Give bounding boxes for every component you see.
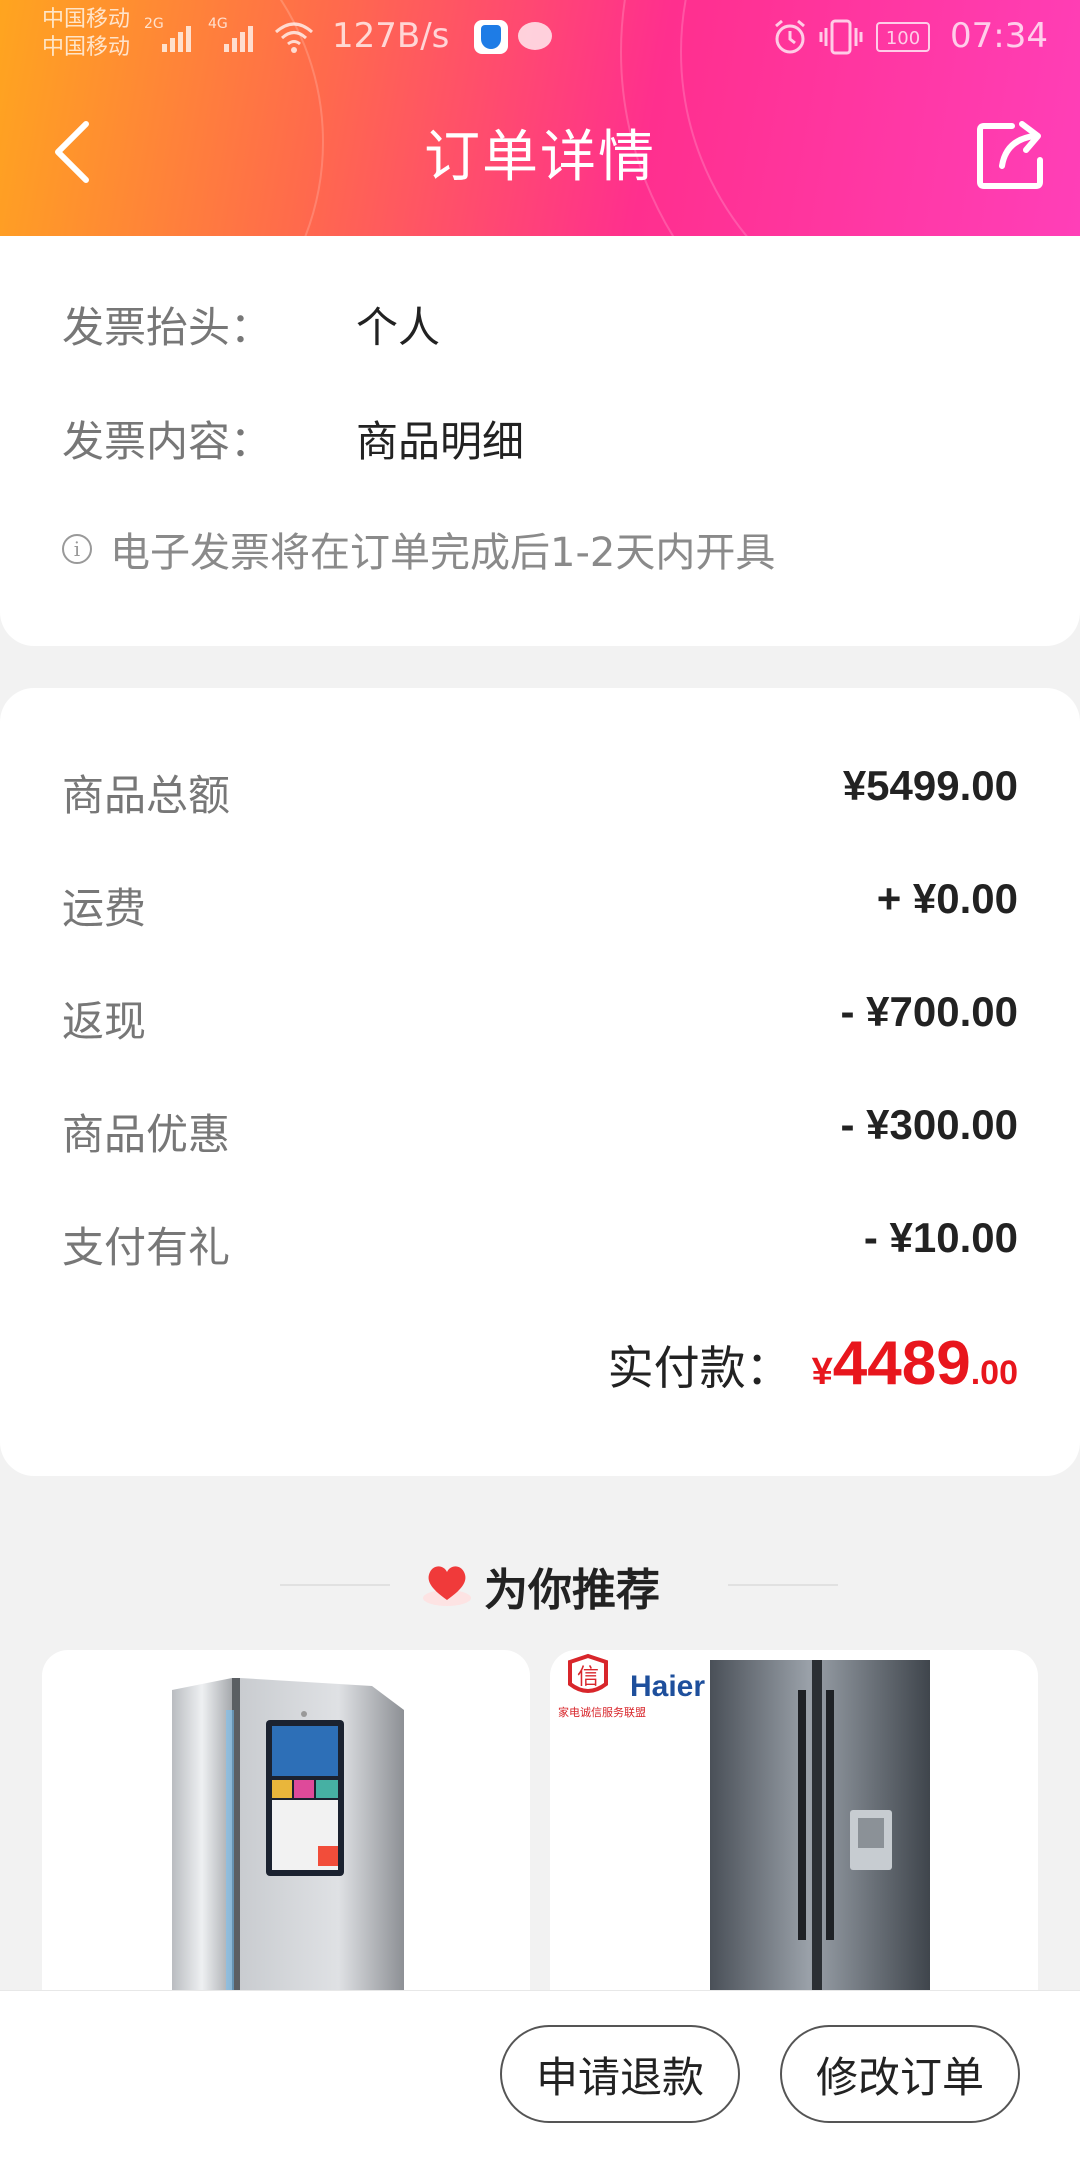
amount-row: 商品总额 ¥5499.00	[62, 762, 1018, 822]
badge-glyph: 信	[577, 1665, 599, 1690]
total-paid-currency: ¥	[811, 1351, 833, 1393]
status-clock: 07:34	[950, 16, 1048, 56]
brand-logo: Haier	[630, 1670, 705, 1703]
modify-order-button[interactable]: 修改订单	[780, 2025, 1020, 2123]
amount-row: 支付有礼 - ¥10.00	[62, 1214, 1018, 1274]
wifi-icon	[275, 22, 313, 53]
amount-value: - ¥700.00	[840, 988, 1018, 1035]
amount-card: 商品总额 ¥5499.00 运费 + ¥0.00 返现 - ¥700.00 商品…	[0, 688, 1080, 1476]
amount-value: - ¥300.00	[840, 1101, 1018, 1148]
amount-label: 运费	[62, 884, 147, 933]
share-icon	[977, 121, 1043, 189]
invoice-card: 发票抬头： 个人 发票内容： 商品明细 i 电子发票将在订单完成后1-2天内开具	[0, 236, 1080, 646]
bottom-action-bar: 申请退款 修改订单	[0, 1990, 1080, 2161]
product-card[interactable]	[42, 1650, 530, 2010]
invoice-notice: i 电子发票将在订单完成后1-2天内开具	[62, 520, 775, 578]
product-card[interactable]: 信 家电诚信服务联盟 Haier	[550, 1650, 1038, 2010]
signal-icon	[224, 20, 253, 52]
carrier-label: 中国移动	[42, 7, 131, 32]
product-image-refrigerator	[172, 1678, 404, 2010]
recommend-header: 为你推荐	[0, 1548, 1080, 1618]
badge-text: 家电诚信服务联盟	[558, 1705, 646, 1719]
alarm-icon	[775, 19, 805, 54]
security-app-icon	[474, 20, 508, 54]
vibrate-icon	[819, 19, 863, 55]
amount-value: + ¥0.00	[876, 875, 1018, 922]
amount-row: 返现 - ¥700.00	[62, 988, 1018, 1048]
amount-row: 商品优惠 - ¥300.00	[62, 1101, 1018, 1161]
invoice-content-value: 商品明细	[356, 417, 525, 466]
page-title: 订单详情	[424, 125, 656, 190]
share-button[interactable]	[972, 118, 1048, 194]
amount-label: 商品优惠	[62, 1110, 231, 1159]
network-type-label: 2G	[144, 16, 164, 32]
invoice-notice-text: 电子发票将在订单完成后1-2天内开具	[110, 530, 776, 576]
battery-icon: 100	[876, 22, 930, 52]
invoice-title-value: 个人	[356, 303, 441, 352]
amount-row: 运费 + ¥0.00	[62, 875, 1018, 935]
amount-value: ¥5499.00	[842, 762, 1018, 809]
heart-icon	[423, 1566, 471, 1606]
signal-icon	[162, 20, 191, 52]
total-paid-integer: 4489	[832, 1329, 971, 1398]
apply-refund-button[interactable]: 申请退款	[500, 2025, 740, 2123]
amount-label: 返现	[62, 997, 147, 1046]
total-paid-decimal: .00	[970, 1354, 1018, 1392]
amount-label: 商品总额	[62, 771, 231, 820]
carrier-label: 中国移动	[42, 35, 131, 60]
info-icon: i	[62, 534, 92, 564]
divider-line	[280, 1584, 390, 1586]
divider-line	[728, 1584, 838, 1586]
total-paid-label: 实付款：	[607, 1341, 792, 1395]
header: 中国移动 中国移动 2G 4G 127B/s 100 07:34 订单详情	[0, 0, 1080, 236]
amount-label: 支付有礼	[62, 1223, 231, 1272]
status-bar: 中国移动 中国移动 2G 4G 127B/s 100 07:34	[0, 0, 1080, 76]
product-image-refrigerator: 信 家电诚信服务联盟 Haier	[558, 1653, 930, 2010]
recommend-title: 为你推荐	[484, 1565, 660, 1616]
total-paid: 实付款： ¥ 4489 .00	[608, 1328, 1018, 1399]
amount-value: - ¥10.00	[863, 1214, 1018, 1261]
message-app-icon	[518, 22, 552, 50]
invoice-content-label: 发票内容：	[62, 417, 273, 466]
invoice-title-label: 发票抬头：	[62, 303, 273, 352]
network-speed: 127B/s	[332, 16, 450, 56]
carrier-labels: 中国移动 中国移动	[42, 6, 130, 62]
